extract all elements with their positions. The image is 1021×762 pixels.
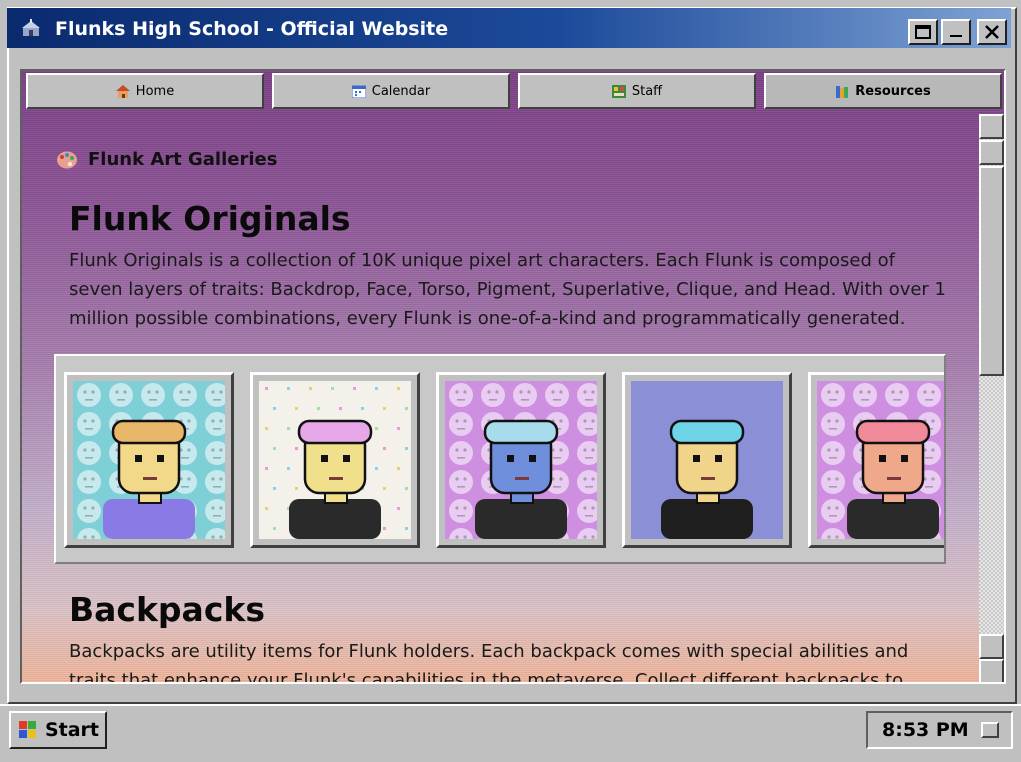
- flunk-gallery[interactable]: [54, 354, 946, 564]
- top-navigation: Home Calendar Staff Resources: [24, 73, 1002, 111]
- school-icon: [22, 19, 40, 36]
- title-bar[interactable]: Flunks High School - Official Website: [7, 8, 1011, 48]
- start-button[interactable]: Start: [9, 711, 107, 749]
- calendar-icon: [351, 85, 366, 98]
- staff-icon: [611, 84, 626, 98]
- window-title: Flunks High School - Official Website: [55, 18, 449, 40]
- nav-home-label: Home: [135, 83, 175, 99]
- nav-calendar-label: Calendar: [371, 83, 431, 99]
- nav-staff-button[interactable]: Staff: [518, 73, 756, 109]
- minimize-button[interactable]: [941, 19, 971, 45]
- books-icon: [836, 85, 849, 98]
- maximize-button[interactable]: [908, 19, 938, 45]
- gallery-card-flunk-3[interactable]: [436, 372, 606, 548]
- close-icon: [985, 25, 999, 39]
- originals-description: Flunk Originals is a collection of 10K u…: [69, 250, 947, 329]
- nav-home-button[interactable]: Home: [26, 73, 264, 109]
- originals-heading: Flunk Originals: [69, 199, 351, 238]
- flunk-portrait: [259, 381, 411, 539]
- palette-icon: [57, 151, 77, 168]
- maximize-icon: [915, 25, 931, 39]
- nav-resources-button[interactable]: Resources: [764, 73, 1002, 109]
- nav-resources-label: Resources: [855, 83, 931, 99]
- windows-logo-icon: [18, 721, 36, 738]
- scroll-thumb[interactable]: [979, 166, 1004, 376]
- section-label: Flunk Art Galleries: [56, 149, 277, 170]
- gallery-card-flunk-1[interactable]: [64, 372, 234, 548]
- page-viewport: Home Calendar Staff Resources Flunk Art …: [20, 69, 1006, 684]
- system-tray: 8:53 PM: [866, 711, 1013, 749]
- flunk-portrait: [817, 381, 944, 539]
- nav-calendar-button[interactable]: Calendar: [272, 73, 510, 109]
- flunk-portrait: [73, 381, 225, 539]
- flunk-portrait: [631, 381, 783, 539]
- start-label: Start: [44, 719, 100, 741]
- vertical-scrollbar[interactable]: [979, 114, 1004, 682]
- backpacks-description: Backpacks are utility items for Flunk ho…: [69, 641, 909, 684]
- minimize-icon: [950, 35, 962, 37]
- backpacks-heading: Backpacks: [69, 590, 265, 629]
- scroll-down-step-button[interactable]: [979, 634, 1004, 659]
- taskbar: Start 8:53 PM: [0, 704, 1021, 762]
- scroll-up-step-button[interactable]: [979, 140, 1004, 165]
- gallery-card-flunk-4[interactable]: [622, 372, 792, 548]
- scroll-up-button[interactable]: [979, 114, 1004, 139]
- gallery-card-flunk-5[interactable]: [808, 372, 944, 548]
- house-icon: [115, 84, 130, 98]
- scroll-down-button[interactable]: [979, 659, 1004, 682]
- tray-icon[interactable]: [981, 722, 999, 738]
- flunk-portrait: [445, 381, 597, 539]
- nav-staff-label: Staff: [631, 83, 663, 99]
- close-button[interactable]: [977, 19, 1007, 45]
- gallery-card-flunk-2[interactable]: [250, 372, 420, 548]
- section-label-text: Flunk Art Galleries: [88, 149, 278, 170]
- clock: 8:53 PM: [882, 719, 969, 741]
